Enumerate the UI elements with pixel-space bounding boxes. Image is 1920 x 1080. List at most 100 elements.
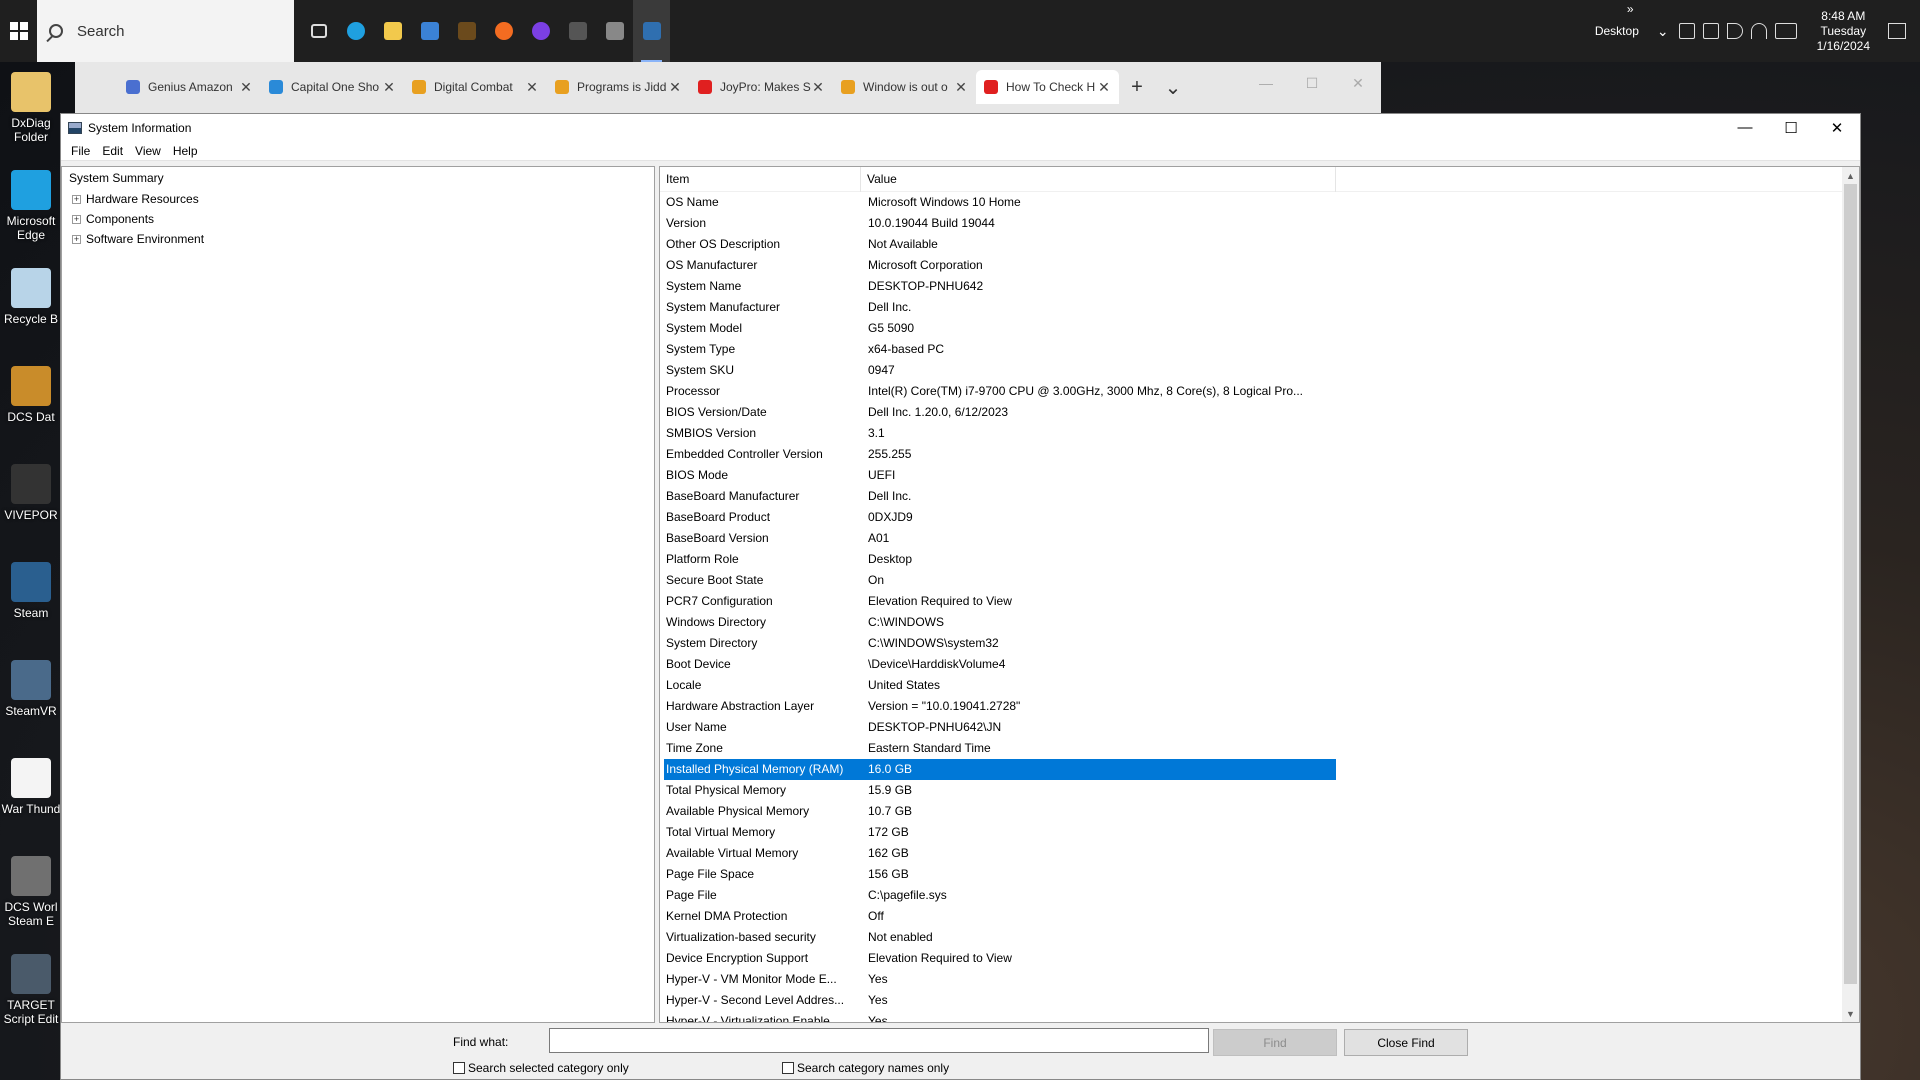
taskbar-app-edge[interactable] bbox=[337, 0, 374, 62]
tab-close-icon[interactable]: ✕ bbox=[1097, 79, 1111, 96]
minimize-button[interactable]: — bbox=[1722, 114, 1768, 141]
tab-close-icon[interactable]: ✕ bbox=[525, 79, 539, 96]
taskbar-app-settings[interactable] bbox=[559, 0, 596, 62]
wifi-icon[interactable] bbox=[1750, 23, 1767, 39]
taskbar-app-system-information[interactable] bbox=[633, 0, 670, 62]
table-row[interactable]: Secure Boot State On bbox=[664, 570, 1336, 591]
tab-close-icon[interactable]: ✕ bbox=[811, 79, 825, 96]
table-row[interactable]: Installed Physical Memory (RAM) 16.0 GB bbox=[664, 759, 1336, 780]
browser-maximize-button[interactable]: ☐ bbox=[1289, 62, 1335, 104]
browser-tab[interactable]: Genius Amazon ✕ bbox=[118, 70, 261, 104]
menu-edit[interactable]: Edit bbox=[96, 144, 129, 158]
desktop-icon-recycle-bin[interactable]: Recycle B bbox=[0, 268, 62, 326]
scroll-up-icon[interactable]: ▲ bbox=[1842, 167, 1859, 184]
table-row[interactable]: BaseBoard Version A01 bbox=[664, 528, 1336, 549]
close-button[interactable]: ✕ bbox=[1814, 114, 1860, 141]
browser-tab[interactable]: Programs is Jidd ✕ bbox=[547, 70, 690, 104]
table-row[interactable]: Total Physical Memory 15.9 GB bbox=[664, 780, 1336, 801]
table-row[interactable]: Windows Directory C:\WINDOWS bbox=[664, 612, 1336, 633]
taskbar-search-box[interactable]: Search bbox=[37, 0, 294, 62]
desktop-toolbar-label[interactable]: Desktop bbox=[1595, 24, 1639, 38]
desktop-icon-war-thunder[interactable]: War Thund bbox=[0, 758, 62, 816]
keyboard-icon[interactable] bbox=[1774, 23, 1797, 39]
browser-minimize-button[interactable]: — bbox=[1243, 62, 1289, 104]
table-row[interactable]: Hyper-V - Second Level Addres... Yes bbox=[664, 990, 1336, 1011]
maximize-button[interactable]: ☐ bbox=[1768, 114, 1814, 141]
start-button[interactable] bbox=[0, 0, 37, 62]
table-row[interactable]: System SKU 0947 bbox=[664, 360, 1336, 381]
taskbar-app-ms-store[interactable] bbox=[411, 0, 448, 62]
table-row[interactable]: BaseBoard Manufacturer Dell Inc. bbox=[664, 486, 1336, 507]
clock[interactable]: 8:48 AM Tuesday 1/16/2024 bbox=[1817, 9, 1870, 54]
table-row[interactable]: Available Virtual Memory 162 GB bbox=[664, 843, 1336, 864]
scroll-down-icon[interactable]: ▼ bbox=[1842, 1005, 1859, 1022]
taskbar-app-network-app[interactable] bbox=[596, 0, 633, 62]
table-row[interactable]: OS Manufacturer Microsoft Corporation bbox=[664, 255, 1336, 276]
column-header-item[interactable]: Item bbox=[660, 167, 861, 192]
browser-tab[interactable]: Window is out o ✕ bbox=[833, 70, 976, 104]
table-row[interactable]: Total Virtual Memory 172 GB bbox=[664, 822, 1336, 843]
table-row[interactable]: BaseBoard Product 0DXJD9 bbox=[664, 507, 1336, 528]
onscreen-keyboard-tray-icon[interactable] bbox=[1678, 23, 1695, 39]
table-row[interactable]: Page File Space 156 GB bbox=[664, 864, 1336, 885]
table-row[interactable]: User Name DESKTOP-PNHU642\JN bbox=[664, 717, 1336, 738]
table-row[interactable]: Available Physical Memory 10.7 GB bbox=[664, 801, 1336, 822]
search-selected-category-checkbox[interactable]: Search selected category only bbox=[453, 1061, 629, 1075]
desktop-icon-target-script[interactable]: TARGET Script Edit bbox=[0, 954, 62, 1026]
toolbar-overflow-icon[interactable]: » bbox=[1627, 2, 1634, 16]
tab-close-icon[interactable]: ✕ bbox=[954, 79, 968, 96]
taskbar-app-task-view[interactable] bbox=[300, 0, 337, 62]
table-row[interactable]: System Type x64-based PC bbox=[664, 339, 1336, 360]
title-bar[interactable]: System Information — ☐ ✕ bbox=[61, 114, 1860, 141]
table-row[interactable]: Virtualization-based security Not enabled bbox=[664, 927, 1336, 948]
table-row[interactable]: Hardware Abstraction Layer Version = "10.… bbox=[664, 696, 1336, 717]
chevron-down-icon[interactable]: ⌄ bbox=[1657, 23, 1669, 40]
table-row[interactable]: Device Encryption Support Elevation Requi… bbox=[664, 948, 1336, 969]
expand-icon[interactable]: + bbox=[72, 214, 81, 224]
table-row[interactable]: BIOS Version/Date Dell Inc. 1.20.0, 6/12/… bbox=[664, 402, 1336, 423]
tab-close-icon[interactable]: ✕ bbox=[382, 79, 396, 96]
tab-list-dropdown-icon[interactable]: ⌄ bbox=[1155, 70, 1191, 104]
table-row[interactable]: System Manufacturer Dell Inc. bbox=[664, 297, 1336, 318]
notification-center-icon[interactable] bbox=[1888, 23, 1906, 39]
table-row[interactable]: Version 10.0.19044 Build 19044 bbox=[664, 213, 1336, 234]
table-row[interactable]: Boot Device \Device\HarddiskVolume4 bbox=[664, 654, 1336, 675]
menu-view[interactable]: View bbox=[129, 144, 167, 158]
browser-tab[interactable]: Capital One Sho ✕ bbox=[261, 70, 404, 104]
volume-icon[interactable] bbox=[1726, 23, 1743, 39]
table-row[interactable]: OS Name Microsoft Windows 10 Home bbox=[664, 192, 1336, 213]
new-tab-button[interactable]: + bbox=[1119, 70, 1155, 104]
table-row[interactable]: PCR7 Configuration Elevation Required to … bbox=[664, 591, 1336, 612]
taskbar-app-dcs[interactable] bbox=[448, 0, 485, 62]
desktop-icon-edge[interactable]: Microsoft Edge bbox=[0, 170, 62, 242]
scrollbar-thumb[interactable] bbox=[1844, 184, 1857, 984]
table-row[interactable]: System Directory C:\WINDOWS\system32 bbox=[664, 633, 1336, 654]
search-category-names-checkbox[interactable]: Search category names only bbox=[782, 1061, 949, 1075]
tree-item-components[interactable]: + Components bbox=[69, 209, 654, 229]
tree-item-software-environment[interactable]: + Software Environment bbox=[69, 229, 654, 249]
table-row[interactable]: System Name DESKTOP-PNHU642 bbox=[664, 276, 1336, 297]
table-row[interactable]: Page File C:\pagefile.sys bbox=[664, 885, 1336, 906]
taskbar-app-file-explorer[interactable] bbox=[374, 0, 411, 62]
desktop-icon-steam[interactable]: Steam bbox=[0, 562, 62, 620]
menu-help[interactable]: Help bbox=[167, 144, 204, 158]
table-row[interactable]: Other OS Description Not Available bbox=[664, 234, 1336, 255]
table-row[interactable]: Embedded Controller Version 255.255 bbox=[664, 444, 1336, 465]
table-row[interactable]: Time Zone Eastern Standard Time bbox=[664, 738, 1336, 759]
tree-item-system-summary[interactable]: System Summary bbox=[69, 169, 654, 189]
browser-tab[interactable]: JoyPro: Makes S ✕ bbox=[690, 70, 833, 104]
menu-file[interactable]: File bbox=[65, 144, 96, 158]
browser-tab[interactable]: Digital Combat ✕ bbox=[404, 70, 547, 104]
browser-tab[interactable]: How To Check H ✕ bbox=[976, 70, 1119, 104]
table-row[interactable]: BIOS Mode UEFI bbox=[664, 465, 1336, 486]
table-row[interactable]: Hyper-V - VM Monitor Mode E... Yes bbox=[664, 969, 1336, 990]
browser-close-button[interactable]: ✕ bbox=[1335, 62, 1381, 104]
expand-icon[interactable]: + bbox=[72, 234, 81, 244]
tab-close-icon[interactable]: ✕ bbox=[668, 79, 682, 96]
desktop-icon-dcs-world[interactable]: DCS Worl Steam E bbox=[0, 856, 62, 928]
table-row[interactable]: Kernel DMA Protection Off bbox=[664, 906, 1336, 927]
tab-close-icon[interactable]: ✕ bbox=[239, 79, 253, 96]
camera-tray-icon[interactable] bbox=[1702, 23, 1719, 39]
tree-item-hardware-resources[interactable]: + Hardware Resources bbox=[69, 189, 654, 209]
table-row[interactable]: Hyper-V - Virtualization Enable... Yes bbox=[664, 1011, 1336, 1022]
